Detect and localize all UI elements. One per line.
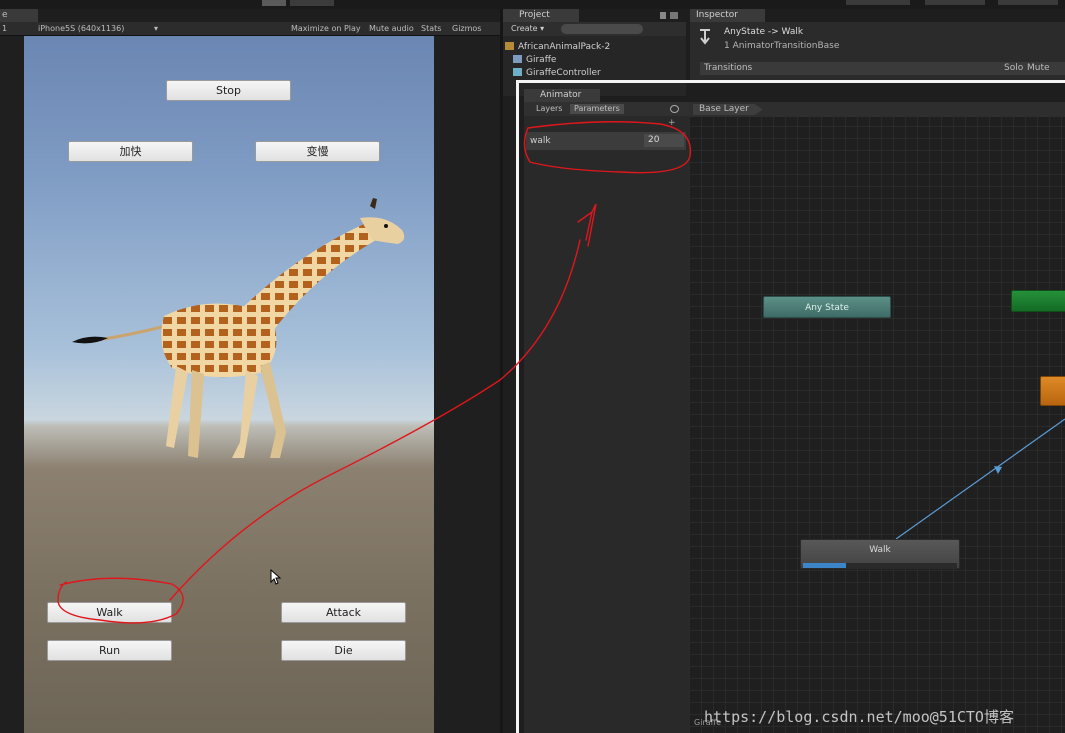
annotation-scribble xyxy=(577,203,597,247)
parameter-circle xyxy=(523,121,692,174)
red-annotation-overlay xyxy=(57,121,692,624)
watermark: https://blog.csdn.net/moo@51CTO博客 xyxy=(704,708,1014,726)
walk-button-circle xyxy=(57,577,184,624)
connector-line xyxy=(169,239,581,601)
